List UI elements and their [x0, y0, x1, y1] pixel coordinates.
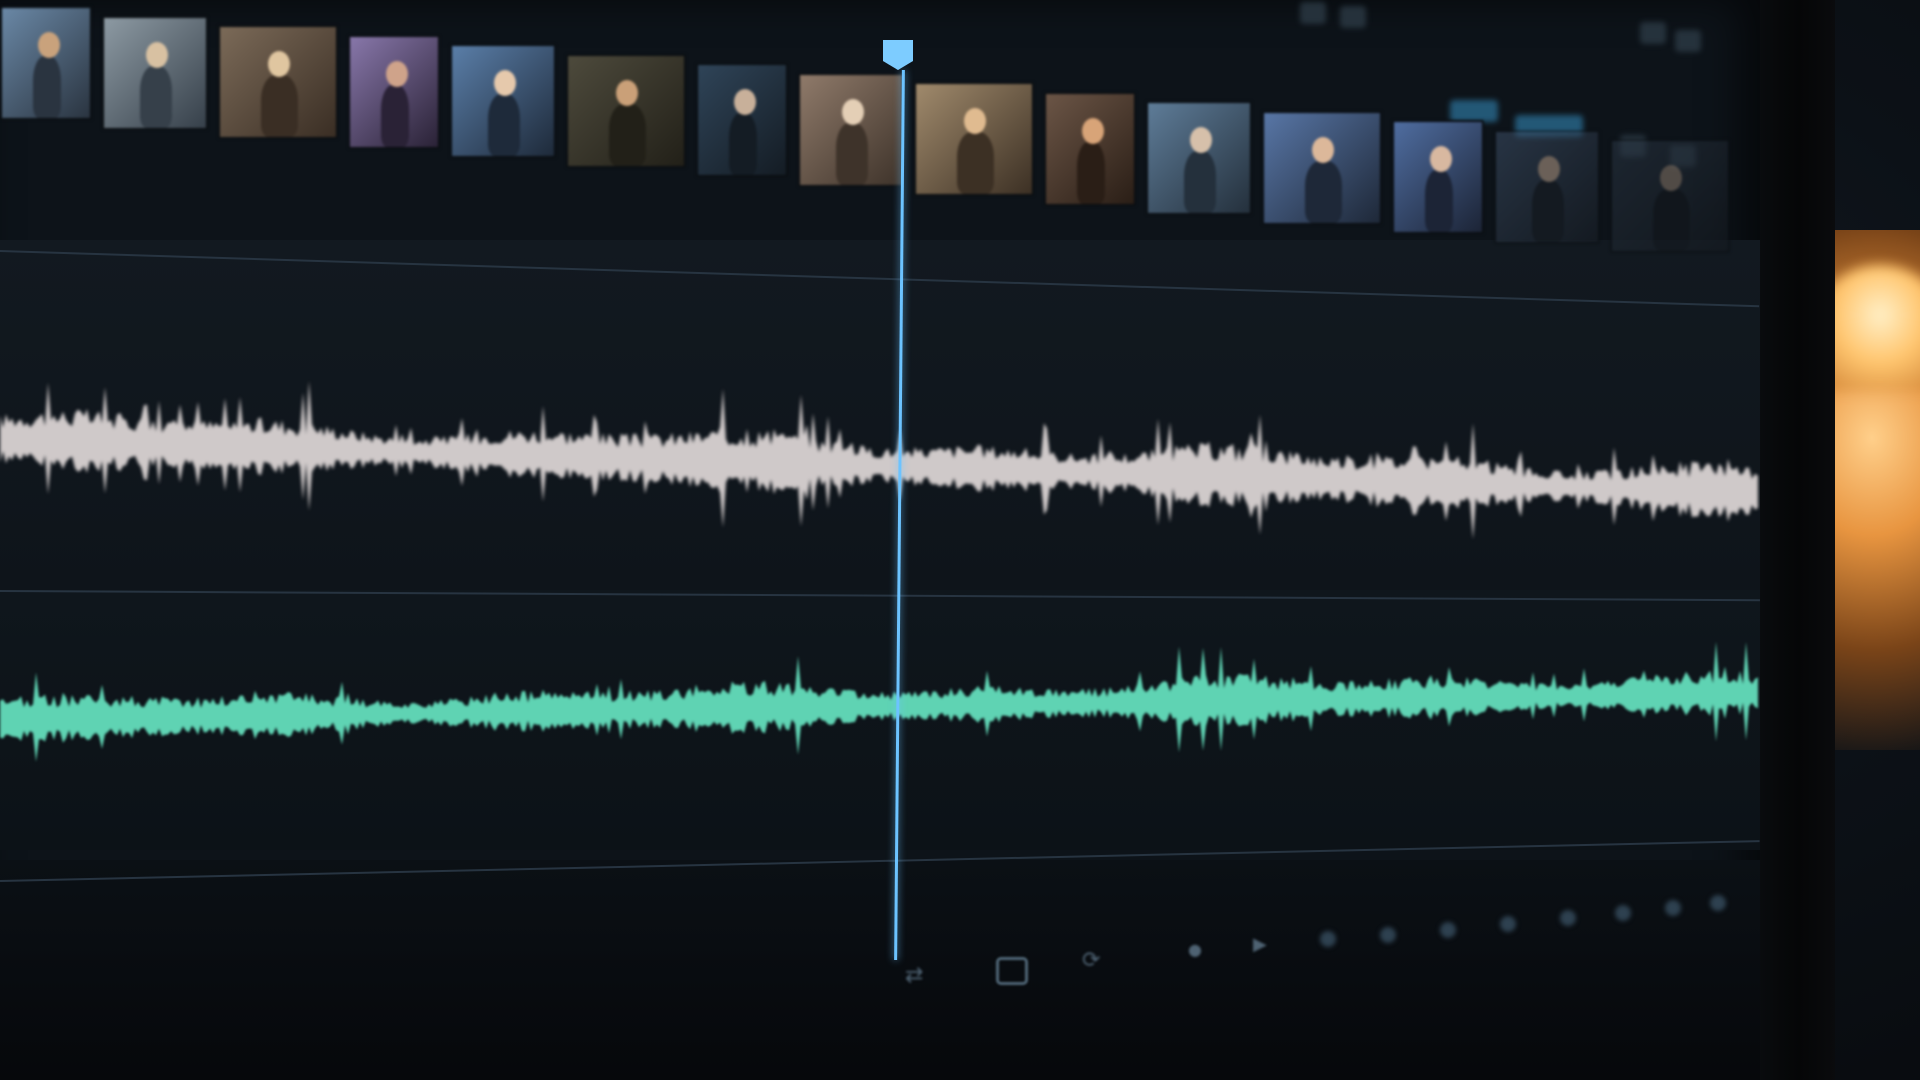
- thumbnail-figure-head: [1659, 165, 1682, 191]
- thumbnail-figure: [1304, 160, 1342, 223]
- video-thumbnail[interactable]: [102, 15, 208, 130]
- thumbnail-figure: [139, 65, 173, 128]
- audio-waveform-teal[interactable]: [0, 640, 1760, 800]
- thumbnail-figure: [32, 56, 61, 118]
- waveform-path: [0, 641, 1758, 762]
- thumbnail-figure-head: [38, 32, 61, 58]
- toolbar-icon[interactable]: [1560, 910, 1576, 926]
- thumbnail-figure-head: [493, 70, 516, 96]
- loop-icon[interactable]: ⟳: [1082, 948, 1100, 973]
- play-icon[interactable]: ▶: [1253, 934, 1267, 955]
- photo-scene: ⇄ ⟳ ● ▶: [0, 0, 1920, 1080]
- video-thumbnail[interactable]: [566, 53, 686, 168]
- audio-waveform-white[interactable]: [0, 280, 1760, 600]
- swap-icon[interactable]: ⇄: [905, 963, 923, 988]
- video-thumbnail[interactable]: [1392, 120, 1484, 234]
- thumbnail-figure-head: [1430, 146, 1453, 172]
- thumbnail-figure-head: [1082, 117, 1105, 144]
- thumbnail-figure-head: [267, 51, 290, 77]
- thumbnail-figure: [1424, 170, 1453, 232]
- waveform-path: [0, 381, 1758, 540]
- video-thumbnail[interactable]: [1146, 101, 1252, 215]
- video-thumbnail[interactable]: [914, 82, 1034, 196]
- video-thumbnail-track[interactable]: [0, 0, 1760, 320]
- video-thumbnail[interactable]: [0, 6, 92, 120]
- editor-window: ⇄ ⟳ ● ▶: [0, 0, 1760, 1080]
- marker-icon[interactable]: ●: [1188, 940, 1202, 959]
- thumbnail-figure: [835, 122, 869, 185]
- thumbnail-figure: [1652, 189, 1690, 251]
- thumbnail-figure-head: [386, 60, 409, 87]
- video-thumbnail[interactable]: [1610, 139, 1730, 253]
- transport-bar: [0, 860, 1760, 1080]
- thumbnail-figure: [728, 113, 757, 175]
- toolbar-icon[interactable]: [1440, 922, 1456, 938]
- thumbnail-figure-head: [1311, 136, 1334, 163]
- thumbnail-figure-head: [1189, 127, 1212, 153]
- thumbnail-figure: [380, 84, 409, 147]
- thumbnail-figure: [260, 75, 298, 137]
- toolbar-icon[interactable]: [1500, 916, 1516, 932]
- thumbnail-figure-head: [841, 98, 864, 125]
- toolbar-icon[interactable]: [1320, 931, 1336, 947]
- thumbnail-figure-head: [734, 89, 757, 115]
- thumbnail-figure-head: [145, 41, 168, 68]
- thumbnail-figure-head: [963, 108, 986, 134]
- thumbnail-figure: [487, 94, 521, 156]
- toolbar-icon[interactable]: [1710, 895, 1726, 911]
- thumbnail-figure: [1076, 141, 1105, 204]
- video-thumbnail[interactable]: [348, 34, 440, 149]
- toolbar-icon[interactable]: [1615, 905, 1631, 921]
- thumbnail-figure-head: [615, 79, 638, 106]
- video-thumbnail[interactable]: [450, 44, 556, 158]
- video-thumbnail[interactable]: [1044, 91, 1136, 206]
- toolbar-icon[interactable]: [1380, 927, 1396, 943]
- thumbnail-figure: [1531, 179, 1565, 242]
- video-thumbnail[interactable]: [798, 72, 904, 187]
- video-thumbnail[interactable]: [696, 63, 788, 177]
- video-thumbnail[interactable]: [1494, 129, 1600, 244]
- toolbar-icon[interactable]: [1665, 900, 1681, 916]
- video-thumbnail[interactable]: [218, 25, 338, 139]
- screen-icon[interactable]: [996, 957, 1028, 985]
- thumbnail-figure: [1183, 151, 1217, 213]
- video-thumbnail[interactable]: [1262, 110, 1382, 225]
- thumbnail-figure-head: [1537, 155, 1560, 182]
- monitor-screen: ⇄ ⟳ ● ▶: [0, 0, 1760, 1080]
- thumbnail-figure: [608, 103, 646, 166]
- thumbnail-figure: [956, 132, 994, 194]
